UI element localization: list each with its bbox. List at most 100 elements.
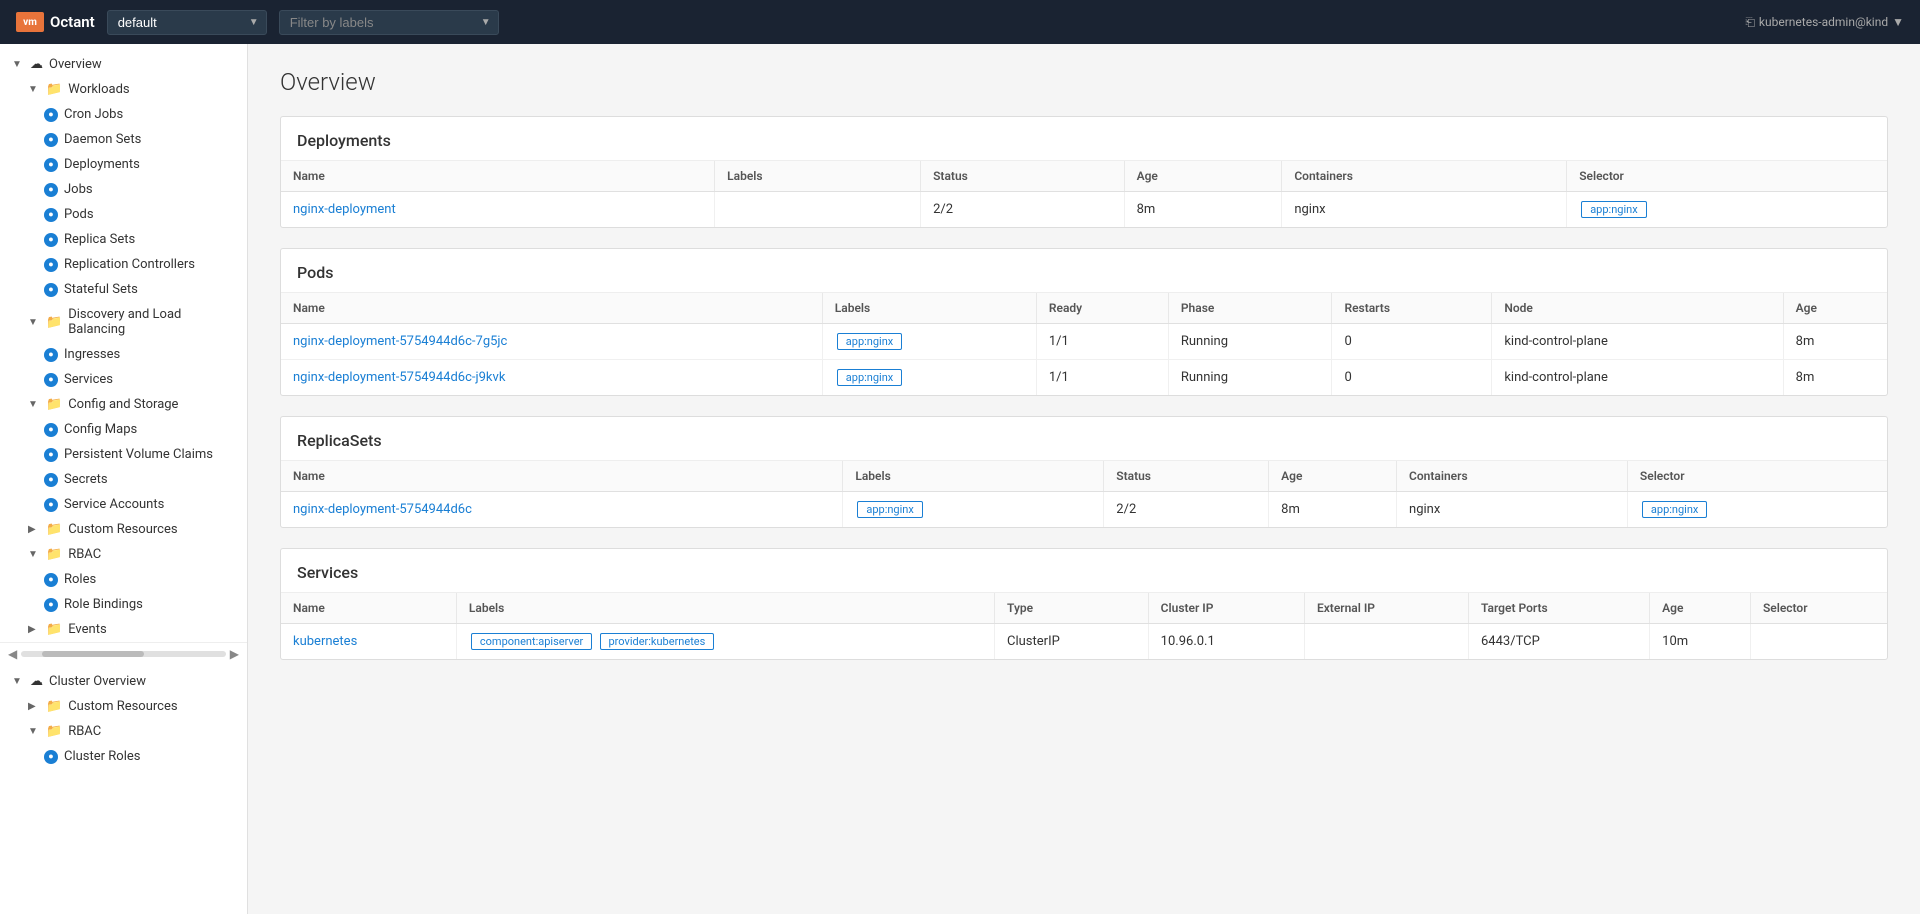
sidebar-item-cron-jobs[interactable]: ● Cron Jobs [0,102,247,127]
sidebar-item-services-label: Services [64,372,113,387]
svc-col-target-ports: Target Ports [1468,593,1649,624]
sidebar-item-ingresses-label: Ingresses [64,347,120,362]
user-label: kubernetes-admin@kind [1759,15,1888,29]
pods-col-ready: Ready [1036,293,1168,324]
pods-section-title: Pods [281,249,1887,293]
sidebar-item-cluster-rbac[interactable]: ▼ 📁 RBAC [0,719,247,744]
namespace-selector-wrapper[interactable]: default kube-system kube-public ▼ [107,10,267,35]
discovery-arrow: ▼ [28,317,40,328]
pods-col-name: Name [281,293,822,324]
sidebar-item-services[interactable]: ● Services [0,367,247,392]
sidebar-item-deployments[interactable]: ● Deployments [0,152,247,177]
svc-name-link[interactable]: kubernetes [293,634,357,649]
sidebar-item-cluster-roles[interactable]: ● Cluster Roles [0,744,247,769]
sidebar-item-workloads[interactable]: ▼ 📁 Workloads [0,77,247,102]
sidebar-item-config-maps[interactable]: ● Config Maps [0,417,247,442]
rs-col-status: Status [1104,461,1269,492]
stateful-sets-icon: ● [44,283,58,297]
deployment-age: 8m [1124,192,1282,228]
sidebar-item-service-accounts[interactable]: ● Service Accounts [0,492,247,517]
replication-controllers-icon: ● [44,258,58,272]
overview-arrow: ▼ [12,59,24,70]
sidebar-item-stateful-sets[interactable]: ● Stateful Sets [0,277,247,302]
secrets-icon: ● [44,473,58,487]
sidebar-item-secrets[interactable]: ● Secrets [0,467,247,492]
app-brand: vm Octant [16,12,95,32]
sidebar-item-role-bindings[interactable]: ● Role Bindings [0,592,247,617]
pods-col-labels: Labels [822,293,1036,324]
sidebar-item-overview[interactable]: ▼ ☁ Overview [0,52,247,77]
sidebar-item-discovery-label: Discovery and Load Balancing [68,307,235,337]
vm-logo: vm [16,12,44,32]
sidebar-item-cron-jobs-label: Cron Jobs [64,107,123,122]
svc-col-labels: Labels [456,593,994,624]
scroll-track[interactable] [21,651,226,657]
pod-node-1: kind-control-plane [1492,324,1783,360]
sidebar-item-cluster-overview[interactable]: ▼ ☁ Cluster Overview [0,669,247,694]
filter-labels-wrapper[interactable]: Filter by labels ▼ [279,10,499,35]
sidebar-item-persistent-volume-claims[interactable]: ● Persistent Volume Claims [0,442,247,467]
user-info: ⎗ kubernetes-admin@kind ▼ [1745,15,1904,30]
sidebar-item-cluster-custom-resources[interactable]: ▶ 📁 Custom Resources [0,694,247,719]
sidebar-item-rbac[interactable]: ▼ 📁 RBAC [0,542,247,567]
scroll-right-arrow[interactable]: ▶ [230,647,239,661]
sidebar-item-config-maps-label: Config Maps [64,422,137,437]
pods-section: Pods Name Labels Ready Phase Restarts No… [280,248,1888,396]
user-icon: ⎗ [1745,15,1755,30]
main-content: Overview Deployments Name Labels Status … [248,44,1920,914]
pod-restarts-1: 0 [1332,324,1492,360]
sidebar-item-config-storage-label: Config and Storage [68,397,178,412]
rbac-arrow: ▼ [28,549,40,560]
sidebar-item-jobs[interactable]: ● Jobs [0,177,247,202]
svc-age: 10m [1650,624,1751,660]
namespace-select[interactable]: default kube-system kube-public [107,10,267,35]
pod-labels-1: app:nginx [822,324,1036,360]
sidebar-item-ingresses[interactable]: ● Ingresses [0,342,247,367]
filter-labels-select[interactable]: Filter by labels [279,10,499,35]
sidebar-item-replication-controllers[interactable]: ● Replication Controllers [0,252,247,277]
sidebar-item-events[interactable]: ▶ 📁 Events [0,617,247,642]
rs-name-link[interactable]: nginx-deployment-5754944d6c [293,502,472,517]
table-row: nginx-deployment-5754944d6c-7g5jc app:ng… [281,324,1887,360]
overview-icon: ☁ [30,57,43,72]
pod-name-link-2[interactable]: nginx-deployment-5754944d6c-j9kvk [293,370,505,385]
sidebar-item-roles[interactable]: ● Roles [0,567,247,592]
user-chevron-icon: ▼ [1892,15,1904,29]
config-arrow: ▼ [28,399,40,410]
sidebar-item-workloads-label: Workloads [68,82,129,97]
svc-labels: component:apiserver provider:kubernetes [456,624,994,660]
sidebar-item-events-label: Events [68,622,106,637]
pods-col-age: Age [1783,293,1887,324]
sidebar-item-pods[interactable]: ● Pods [0,202,247,227]
events-arrow: ▶ [28,624,40,635]
svc-col-age: Age [1650,593,1751,624]
scroll-left-arrow[interactable]: ◀ [8,647,17,661]
rs-col-name: Name [281,461,843,492]
roles-icon: ● [44,573,58,587]
deployments-section-title: Deployments [281,117,1887,161]
deployments-col-containers: Containers [1282,161,1567,192]
sidebar-item-daemon-sets[interactable]: ● Daemon Sets [0,127,247,152]
pod-ready-1: 1/1 [1036,324,1168,360]
sidebar-item-custom-resources[interactable]: ▶ 📁 Custom Resources [0,517,247,542]
deployments-col-selector: Selector [1567,161,1887,192]
role-bindings-icon: ● [44,598,58,612]
sidebar-item-config-storage[interactable]: ▼ 📁 Config and Storage [0,392,247,417]
rs-col-selector: Selector [1627,461,1887,492]
sidebar-item-replica-sets[interactable]: ● Replica Sets [0,227,247,252]
pod-name-link-1[interactable]: nginx-deployment-5754944d6c-7g5jc [293,334,507,349]
cluster-overview-icon: ☁ [30,674,43,689]
sidebar-item-discovery[interactable]: ▼ 📁 Discovery and Load Balancing [0,302,247,342]
config-maps-icon: ● [44,423,58,437]
replica-sets-section-title: ReplicaSets [281,417,1887,461]
config-folder-icon: 📁 [46,397,62,412]
service-accounts-icon: ● [44,498,58,512]
cluster-custom-resources-folder-icon: 📁 [46,699,62,714]
replica-sets-section: ReplicaSets Name Labels Status Age Conta… [280,416,1888,528]
workloads-arrow: ▼ [28,84,40,95]
jobs-icon: ● [44,183,58,197]
pod-labels-2: app:nginx [822,360,1036,396]
deployment-name-link[interactable]: nginx-deployment [293,202,396,217]
sidebar-item-service-accounts-label: Service Accounts [64,497,164,512]
table-row: kubernetes component:apiserver provider:… [281,624,1887,660]
